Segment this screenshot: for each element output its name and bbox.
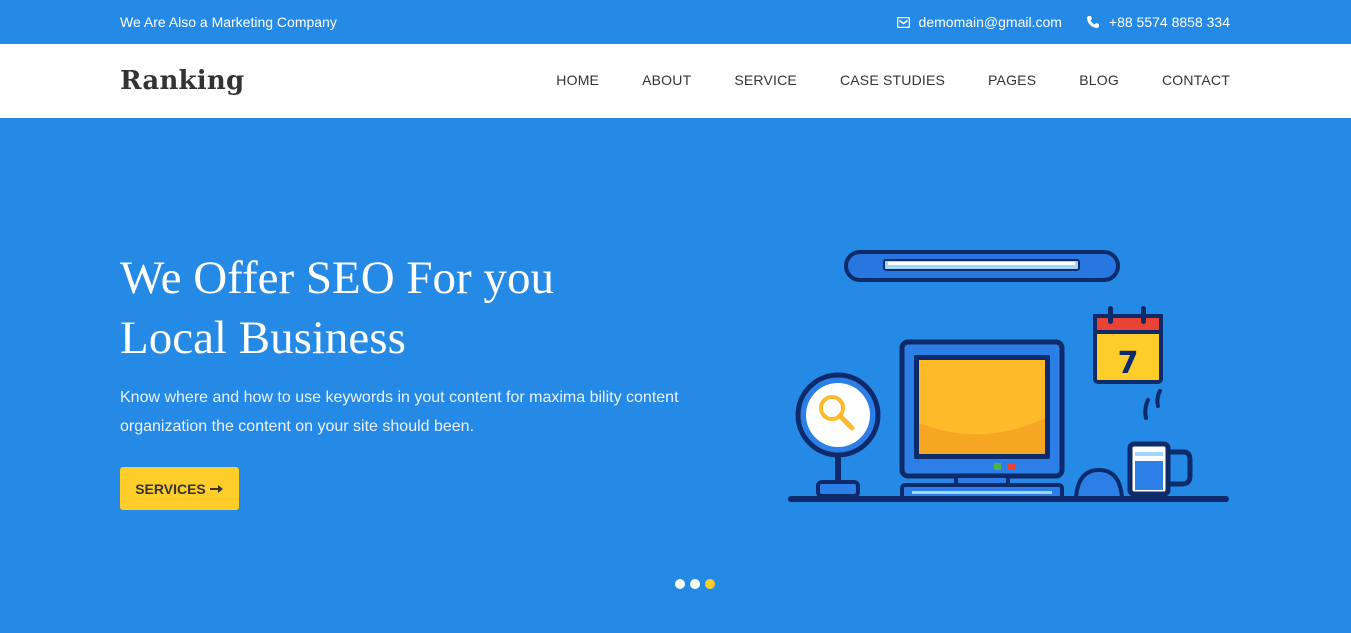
main-navbar: Ranking HOME ABOUT SERVICE CASE STUDIES …	[0, 44, 1351, 118]
mouse-icon	[1073, 467, 1125, 500]
nav-item-blog[interactable]: BLOG	[1079, 72, 1119, 88]
services-button[interactable]: SERVICES	[120, 467, 239, 510]
hero-title-line1: We Offer SEO For you	[120, 252, 554, 304]
nav-item-about[interactable]: ABOUT	[642, 72, 691, 88]
email-contact[interactable]: demomain@gmail.com	[896, 14, 1062, 30]
hero-title-line2: Local Business	[120, 312, 406, 364]
envelope-icon	[896, 16, 910, 28]
slider-dot-3[interactable]	[705, 579, 715, 589]
hero-description: Know where and how to use keywords in yo…	[120, 389, 679, 435]
phone-text[interactable]: +88 5574 8858 334	[1109, 14, 1230, 30]
hero-section: We Offer SEO For you Local Business Know…	[0, 118, 1351, 633]
services-button-label: SERVICES	[135, 480, 206, 497]
slider-dot-1[interactable]	[675, 579, 685, 589]
monitor-icon	[899, 339, 1065, 501]
phone-contact[interactable]: +88 5574 8858 334	[1086, 14, 1230, 30]
phone-icon	[1086, 15, 1100, 29]
calendar-day: 7	[1118, 346, 1139, 381]
calendar-icon: 7	[1093, 306, 1163, 384]
main-menu: HOME ABOUT SERVICE CASE STUDIES PAGES BL…	[556, 72, 1230, 88]
email-text[interactable]: demomain@gmail.com	[919, 14, 1062, 30]
arrow-right-icon	[209, 481, 224, 497]
slider-dot-2[interactable]	[690, 579, 700, 589]
light-bar-icon	[844, 250, 1120, 282]
slider-dots	[675, 579, 715, 589]
hero-title: We Offer SEO For you Local Business	[120, 248, 680, 368]
magnifier-lamp-icon	[795, 372, 881, 498]
brand-logo[interactable]: Ranking	[120, 66, 244, 96]
nav-item-service[interactable]: SERVICE	[734, 72, 797, 88]
nav-item-pages[interactable]: PAGES	[988, 72, 1036, 88]
nav-item-home[interactable]: HOME	[556, 72, 599, 88]
nav-item-case-studies[interactable]: CASE STUDIES	[840, 72, 945, 88]
top-bar: We Are Also a Marketing Company demomain…	[0, 0, 1351, 44]
topbar-tagline: We Are Also a Marketing Company	[120, 14, 337, 30]
coffee-mug-icon	[1127, 389, 1193, 497]
desk-computer-illustration: 7	[786, 248, 1236, 518]
topbar-contacts: demomain@gmail.com +88 5574 8858 334	[896, 14, 1230, 30]
desk-line	[788, 496, 1229, 502]
nav-item-contact[interactable]: CONTACT	[1162, 72, 1230, 88]
